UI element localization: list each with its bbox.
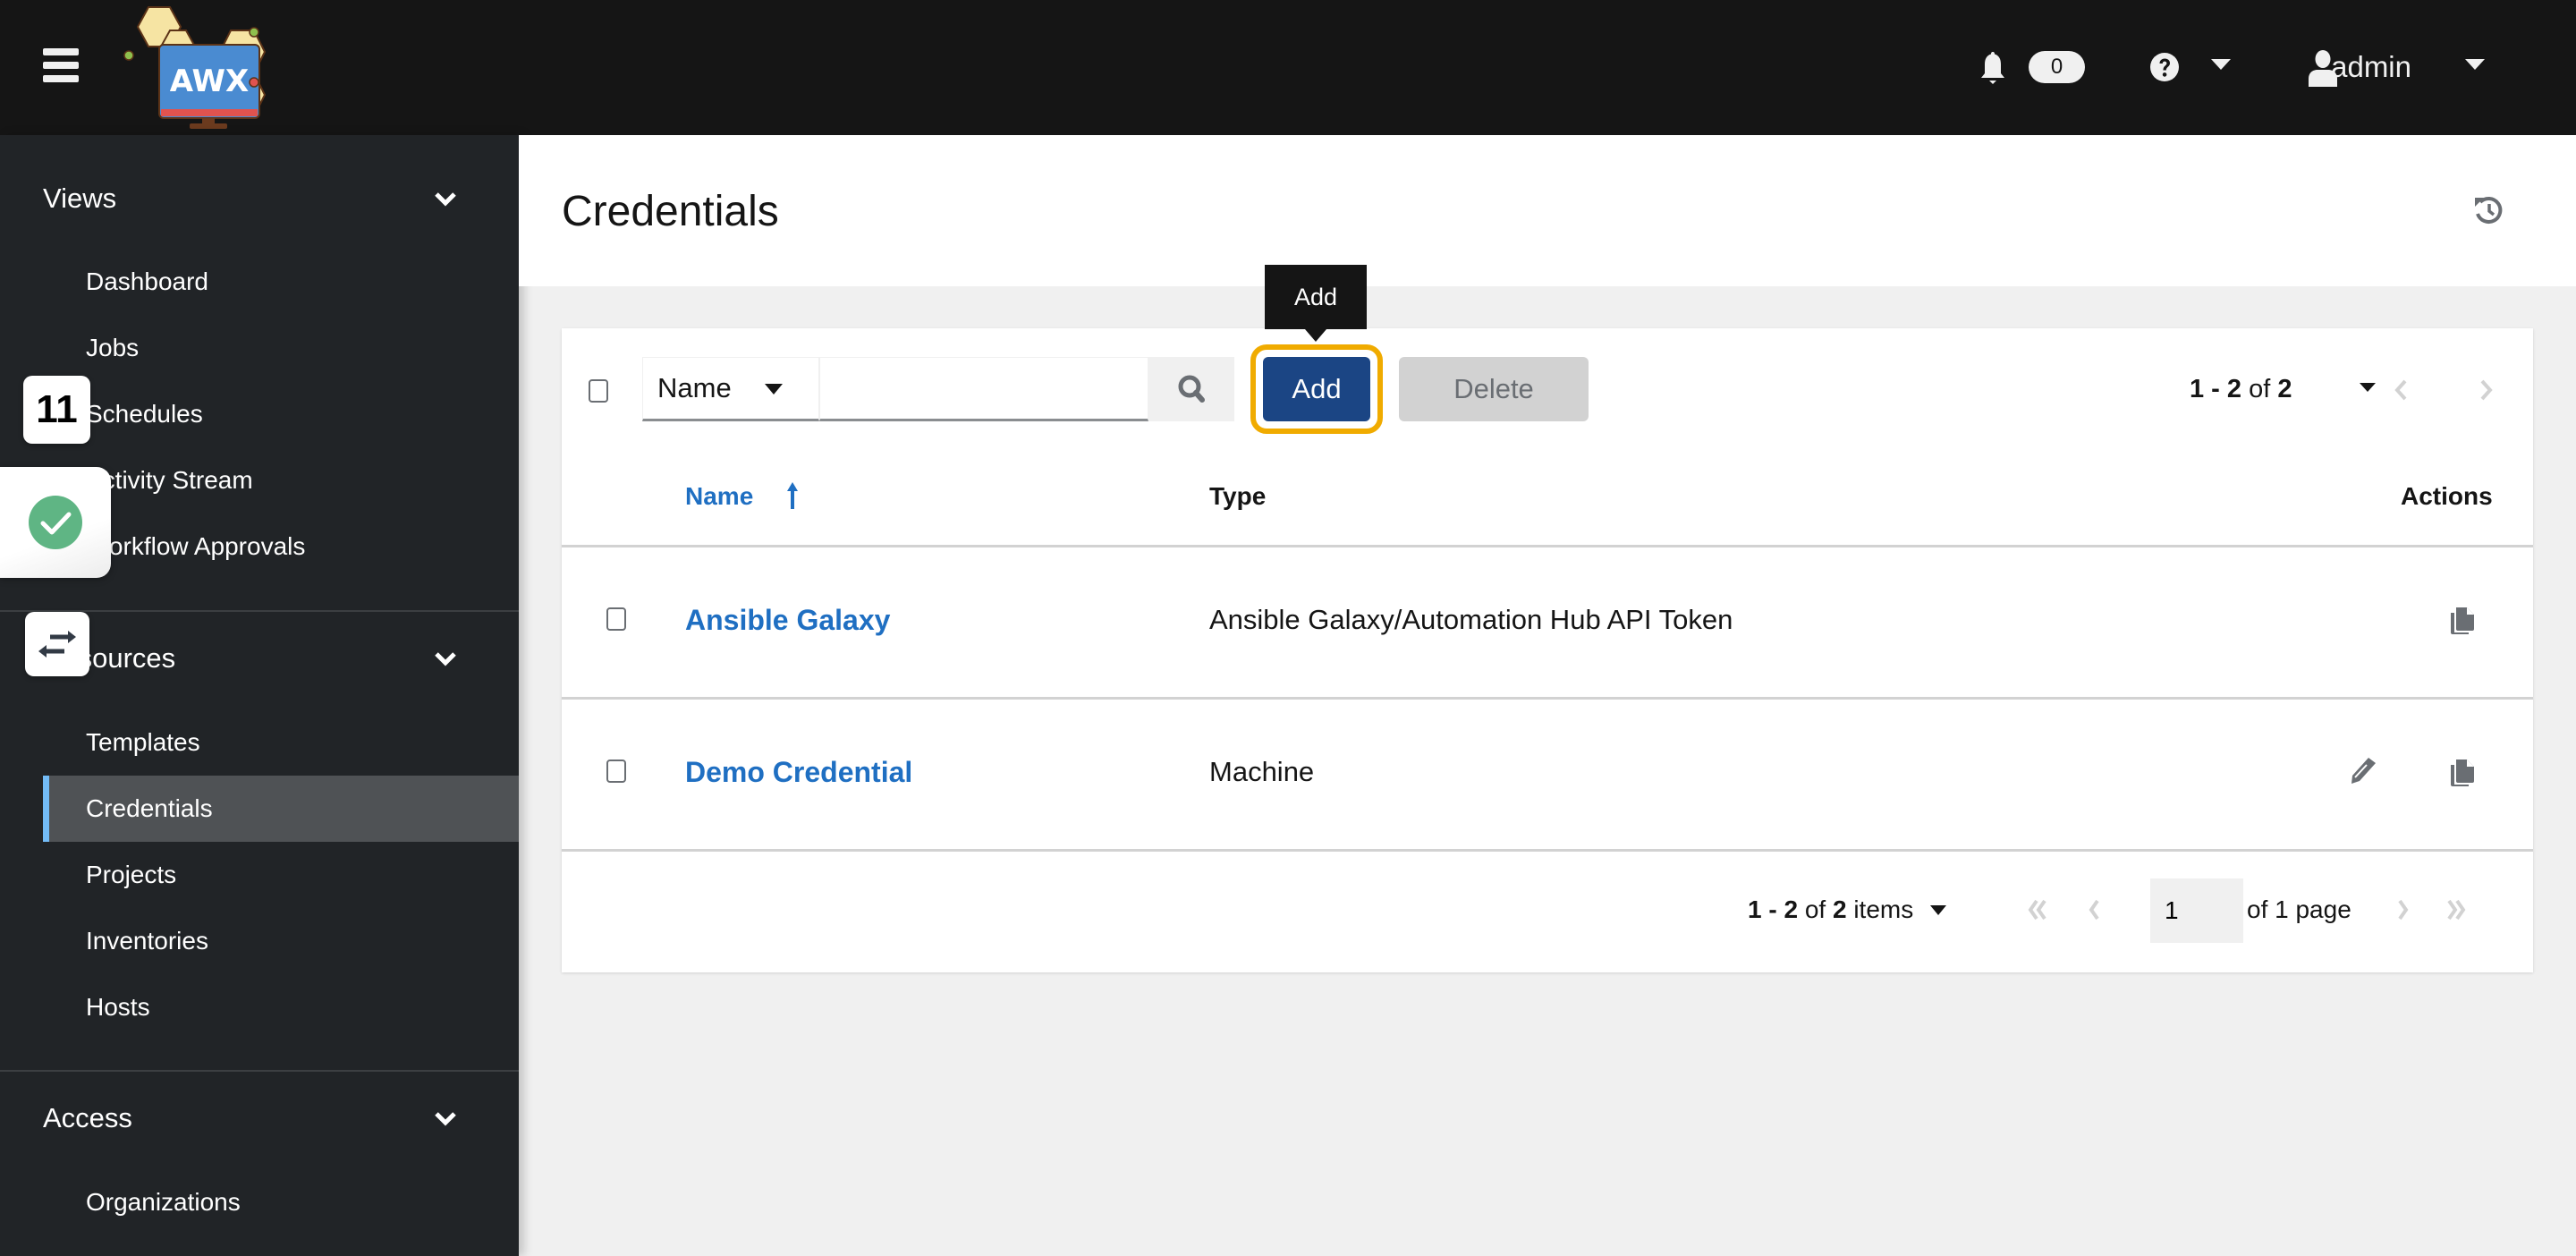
filter-field-select[interactable]: Name xyxy=(642,357,819,421)
next-page-icon[interactable] xyxy=(2463,368,2508,412)
caret-down-icon xyxy=(765,384,783,395)
row-divider xyxy=(562,545,2533,547)
history-icon[interactable] xyxy=(2472,194,2504,226)
sidebar-item-jobs[interactable]: Jobs xyxy=(43,315,519,381)
pager-range: 1 - 2 xyxy=(2190,375,2242,403)
bottom-pagination-toggle[interactable]: 1 - 2 of 2 items xyxy=(1748,890,1913,929)
sidebar-item-activity-stream[interactable]: Activity Stream xyxy=(43,447,519,513)
chevron-down-icon[interactable] xyxy=(434,191,457,208)
sidebar-divider xyxy=(0,1070,519,1072)
user-dropdown-caret-icon[interactable] xyxy=(2465,59,2485,70)
chevron-down-icon[interactable] xyxy=(434,650,457,668)
select-all-checkbox[interactable] xyxy=(589,379,608,403)
pager-total: 2 xyxy=(1832,895,1847,923)
column-header-name[interactable]: Name xyxy=(685,479,753,514)
credential-type: Ansible Galaxy/Automation Hub API Token xyxy=(1209,604,1733,635)
last-page-icon[interactable] xyxy=(2440,892,2472,928)
sort-ascending-icon[interactable] xyxy=(785,480,800,511)
credential-name-link[interactable]: Demo Credential xyxy=(685,752,912,792)
copy-icon[interactable] xyxy=(2447,602,2478,634)
swap-arrows-icon xyxy=(38,631,76,658)
hamburger-menu-button[interactable] xyxy=(43,48,79,86)
filter-field-label: Name xyxy=(657,372,732,403)
sidebar-section-resources[interactable]: Resources xyxy=(43,641,472,676)
help-dropdown-caret-icon[interactable] xyxy=(2211,59,2231,70)
sidebar-item-schedules[interactable]: Schedules xyxy=(43,381,519,447)
page-title: Credentials xyxy=(562,188,779,235)
sidebar-item-projects[interactable]: Projects xyxy=(43,842,519,908)
row-checkbox[interactable] xyxy=(606,760,626,783)
per-page-caret-icon[interactable] xyxy=(2360,383,2376,392)
sidebar-item-hosts[interactable]: Hosts xyxy=(43,974,519,1040)
previous-page-icon[interactable] xyxy=(2379,368,2424,412)
count-badge-overlay[interactable]: 11 xyxy=(23,376,90,444)
check-circle-icon xyxy=(29,496,82,549)
hamburger-bar xyxy=(43,75,79,82)
copy-icon[interactable] xyxy=(2447,754,2478,786)
awx-logo[interactable]: AWX xyxy=(114,5,311,131)
search-input[interactable] xyxy=(819,357,1148,421)
sidebar-section-views[interactable]: Views xyxy=(43,181,472,216)
pager-range: 1 - 2 xyxy=(1748,895,1799,923)
swap-overlay-button[interactable] xyxy=(25,612,89,676)
search-button[interactable] xyxy=(1148,357,1234,421)
credential-type: Machine xyxy=(1209,756,1315,787)
status-overlay[interactable] xyxy=(0,467,111,578)
pager-of: of xyxy=(2249,375,2271,403)
sidebar-item-credentials[interactable]: Credentials xyxy=(43,776,519,842)
add-button[interactable]: Add xyxy=(1263,357,1370,421)
search-icon xyxy=(1178,375,1205,403)
chevron-down-icon[interactable] xyxy=(434,1110,457,1128)
pager-items-label: items xyxy=(1853,895,1914,923)
sidebar-item-templates[interactable]: Templates xyxy=(43,709,519,776)
sidebar-section-access[interactable]: Access xyxy=(43,1100,472,1136)
row-divider xyxy=(562,849,2533,852)
sidebar-item-dashboard[interactable]: Dashboard xyxy=(43,249,519,315)
credential-name-link[interactable]: Ansible Galaxy xyxy=(685,600,890,640)
hamburger-bar xyxy=(43,62,79,69)
page-header: Credentials xyxy=(519,135,2576,286)
page-count-label: of 1 page xyxy=(2247,895,2351,923)
svg-text:AWX: AWX xyxy=(170,64,250,99)
edit-pencil-icon[interactable] xyxy=(2347,754,2377,786)
next-page-icon[interactable] xyxy=(2386,892,2419,928)
pager-of: of xyxy=(1804,895,1826,923)
delete-button[interactable]: Delete xyxy=(1399,357,1589,421)
sidebar-item-workflow-approvals[interactable]: Workflow Approvals xyxy=(43,513,519,580)
first-page-icon[interactable] xyxy=(2021,892,2054,928)
row-checkbox[interactable] xyxy=(606,607,626,631)
column-header-type[interactable]: Type xyxy=(1209,479,1266,514)
bell-icon[interactable] xyxy=(1979,50,2006,86)
per-page-caret-icon[interactable] xyxy=(1930,905,1946,915)
top-header: AWX 0 admin xyxy=(0,0,2576,135)
sidebar-item-inventories[interactable]: Inventories xyxy=(43,908,519,974)
pager-total: 2 xyxy=(2277,375,2292,403)
page-number-input[interactable] xyxy=(2150,878,2243,943)
add-tooltip: Add xyxy=(1265,265,1367,342)
credentials-list-card: Name Add Delete 1 - 2 of 2 Name Type Act… xyxy=(562,328,2533,972)
question-circle-icon[interactable] xyxy=(2149,52,2180,82)
previous-page-icon[interactable] xyxy=(2079,892,2111,928)
column-header-actions: Actions xyxy=(2401,482,2493,510)
top-pagination-toggle[interactable]: 1 - 2 of 2 xyxy=(2190,364,2292,414)
sidebar-nav: Views Dashboard Jobs Schedules Activity … xyxy=(0,135,519,1256)
row-divider xyxy=(562,697,2533,700)
user-menu-label[interactable]: admin xyxy=(2233,47,2411,88)
hamburger-bar xyxy=(43,48,79,55)
sidebar-item-organizations[interactable]: Organizations xyxy=(43,1169,519,1235)
notifications-count-badge[interactable]: 0 xyxy=(2029,51,2085,83)
